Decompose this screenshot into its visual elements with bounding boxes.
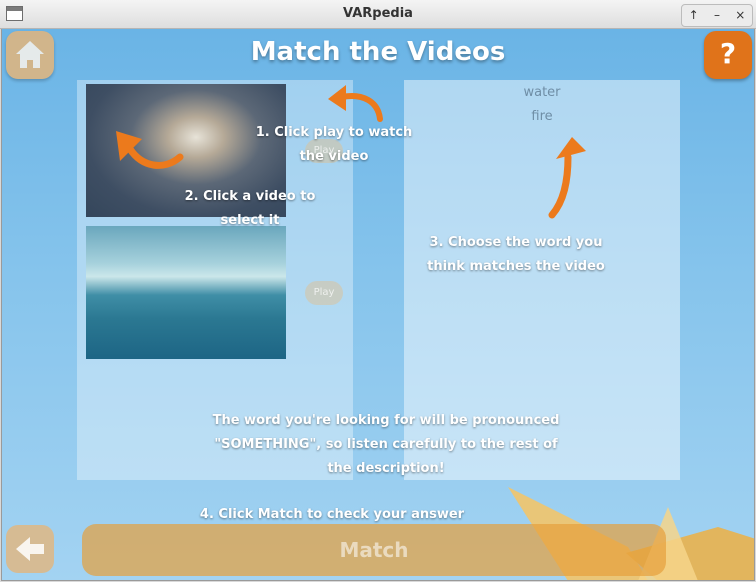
video-thumbnail-sea[interactable] xyxy=(86,226,286,359)
window-title: VARpedia xyxy=(343,6,413,21)
help-button[interactable]: ? xyxy=(704,31,752,79)
maximize-button[interactable]: ↑ xyxy=(682,5,705,26)
instruction-step-2: 2. Click a video to select it xyxy=(184,189,316,228)
page-title: Match the Videos xyxy=(250,37,506,67)
help-icon: ? xyxy=(719,37,737,70)
word-option-2[interactable]: fire xyxy=(404,109,680,124)
window-titlebar: VARpedia ↑ – × xyxy=(0,0,756,29)
arrow-to-words-icon xyxy=(548,137,586,219)
app-stage: Match the Videos ? Play Play water fire … xyxy=(1,29,755,581)
close-button[interactable]: × xyxy=(729,5,752,26)
pronunciation-note: The word you're looking for will be pron… xyxy=(212,413,560,476)
instruction-step-1: 1. Click play to watch the video xyxy=(255,125,413,164)
play-button-2[interactable]: Play xyxy=(305,281,343,305)
word-option-1[interactable]: water xyxy=(404,85,680,100)
back-button[interactable] xyxy=(6,525,54,573)
match-button[interactable]: Match xyxy=(82,524,666,576)
arrow-to-play-icon xyxy=(328,85,383,122)
instruction-step-3: 3. Choose the word you think matches the… xyxy=(427,235,605,274)
minimize-button[interactable]: – xyxy=(705,5,728,26)
instruction-step-4: 4. Click Match to check your answer xyxy=(199,507,465,522)
back-arrow-icon xyxy=(16,537,44,561)
arrow-to-video-icon xyxy=(116,131,184,169)
window-controls: ↑ – × xyxy=(681,4,753,27)
